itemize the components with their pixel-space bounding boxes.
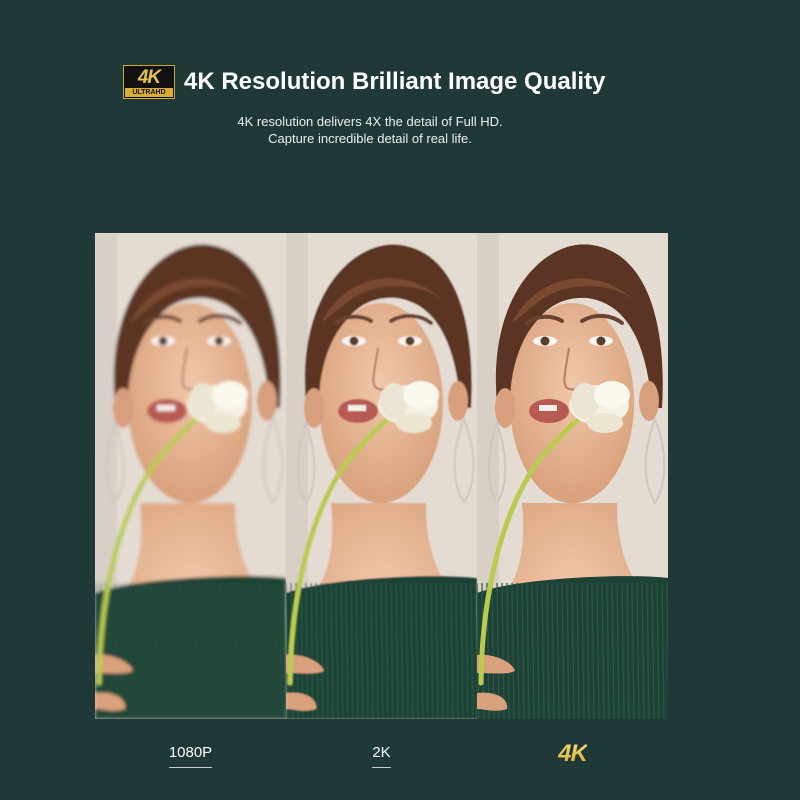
logo-4k-text: 4K <box>137 67 161 88</box>
label-2k-text: 2K <box>372 744 391 768</box>
comparison-gallery <box>95 233 668 719</box>
label-1080p: 1080P <box>95 742 286 768</box>
label-1080p-text: 1080P <box>168 744 213 768</box>
label-2k: 2K <box>286 742 477 768</box>
4k-ultrahd-logo: 4K ULTRAHD <box>123 65 175 99</box>
panel-2k-image <box>286 233 477 719</box>
label-4k-text: 4K <box>558 740 588 767</box>
resolution-labels: 1080P 2K 4K <box>95 742 668 782</box>
panel-4k-image <box>477 233 668 719</box>
page-title: 4K Resolution Brilliant Image Quality <box>184 68 606 95</box>
header: 4K ULTRAHD 4K Resolution Brilliant Image… <box>123 63 683 103</box>
label-4k: 4K <box>477 742 668 766</box>
logo-ultrahd-text: ULTRAHD <box>125 88 173 97</box>
subtitle: 4K resolution delivers 4X the detail of … <box>170 113 570 147</box>
subtitle-line-1: 4K resolution delivers 4X the detail of … <box>237 114 503 129</box>
panel-1080p-image <box>95 233 286 719</box>
subtitle-line-2: Capture incredible detail of real life. <box>268 131 472 146</box>
